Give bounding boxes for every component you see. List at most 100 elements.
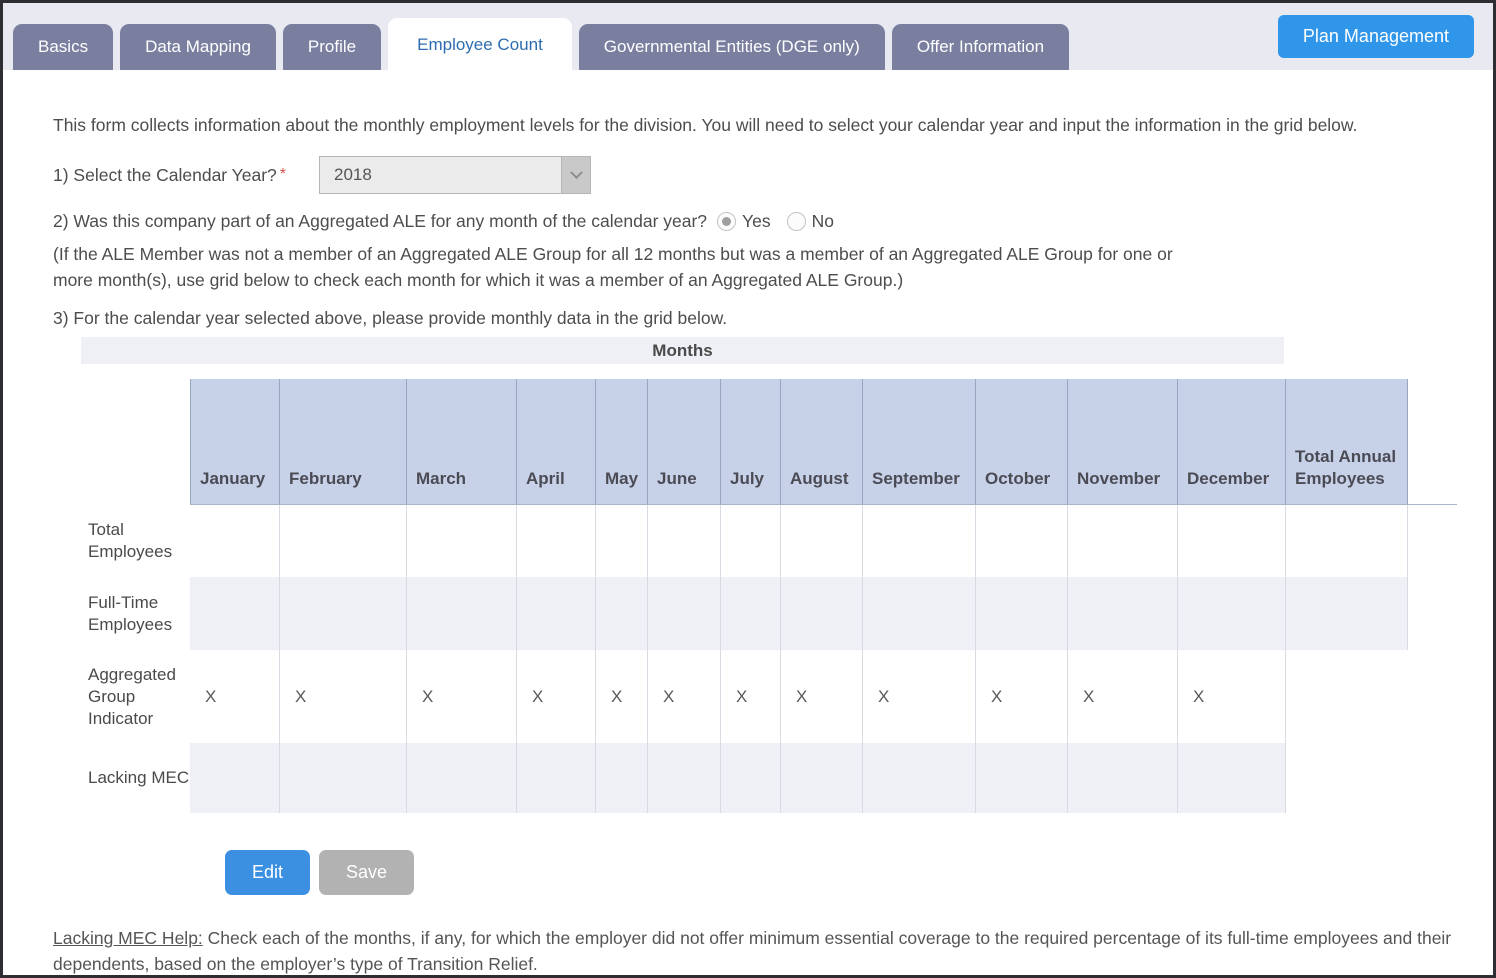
- cell-aggregated-group-indicator-december: X: [1178, 650, 1286, 743]
- radio-yes-label: Yes: [742, 210, 771, 231]
- q2-note: (If the ALE Member was not a member of a…: [53, 244, 1173, 290]
- column-header-july: July: [721, 379, 781, 504]
- cell-total-employees-march: [407, 505, 517, 577]
- grid-actions: Edit Save: [225, 850, 1457, 895]
- plan-management-window: Basics Data Mapping Profile Employee Count G…: [0, 0, 1496, 978]
- cell-lacking-mec-march: [407, 743, 517, 813]
- intro-text: This form collects information about the…: [53, 115, 1358, 135]
- grid-row-lacking-mec: Lacking MEC: [81, 743, 1457, 813]
- cell-lacking-mec-june: [648, 743, 721, 813]
- grid-row-full-time-employees: Full-Time Employees: [81, 577, 1457, 650]
- cell-total-employees-august: [781, 505, 863, 577]
- cell-lacking-mec-july: [721, 743, 781, 813]
- cell-lacking-mec-november: [1068, 743, 1178, 813]
- row-label-total-employees: Total Employees: [81, 505, 190, 577]
- cell-total-employees-december: [1178, 505, 1286, 577]
- row-label-full-time-employees: Full-Time Employees: [81, 577, 190, 650]
- tab-profile[interactable]: Profile: [282, 24, 382, 70]
- tab-governmental-entities-dge-only[interactable]: Governmental Entities (DGE only): [578, 24, 885, 70]
- cell-total-employees-september: [863, 505, 976, 577]
- cell-aggregated-group-indicator-february: X: [280, 650, 407, 743]
- cell-total-employees-may: [596, 505, 648, 577]
- required-asterisk: *: [279, 166, 287, 183]
- cell-full-time-employees-january: [190, 577, 280, 650]
- cell-total-employees-june: [648, 505, 721, 577]
- column-header-april: April: [517, 379, 596, 504]
- cell-full-time-employees-march: [407, 577, 517, 650]
- column-header-march: March: [407, 379, 517, 504]
- cell-aggregated-group-indicator-january: X: [190, 650, 280, 743]
- column-header-october: October: [976, 379, 1068, 504]
- column-header-december: December: [1178, 379, 1286, 504]
- calendar-year-select[interactable]: 2018: [319, 156, 592, 194]
- save-button[interactable]: Save: [319, 850, 415, 895]
- cell-total-employees-total-annual-employees: [1286, 505, 1408, 577]
- tab-bar: Basics Data Mapping Profile Employee Count G…: [3, 3, 1493, 71]
- q1-label: 1) Select the Calendar Year?: [53, 164, 277, 185]
- question-2-row: 2) Was this company part of an Aggregate…: [53, 207, 1457, 235]
- radio-yes[interactable]: Yes: [717, 211, 771, 232]
- column-header-november: November: [1068, 379, 1178, 504]
- cell-total-employees-july: [721, 505, 781, 577]
- cell-total-employees-april: [517, 505, 596, 577]
- cell-lacking-mec-february: [280, 743, 407, 813]
- cell-aggregated-group-indicator-may: X: [596, 650, 648, 743]
- cell-full-time-employees-june: [648, 577, 721, 650]
- calendar-year-value: 2018: [334, 165, 372, 184]
- tab-data-mapping[interactable]: Data Mapping: [120, 24, 276, 70]
- cell-full-time-employees-august: [781, 577, 863, 650]
- cell-total-employees-february: [280, 505, 407, 577]
- column-header-january: January: [190, 379, 280, 504]
- cell-full-time-employees-december: [1178, 577, 1286, 650]
- q3-label: 3) For the calendar year selected above,…: [53, 308, 728, 328]
- column-header-february: February: [280, 379, 407, 504]
- cell-aggregated-group-indicator-june: X: [648, 650, 721, 743]
- cell-aggregated-group-indicator-april: X: [517, 650, 596, 743]
- employee-count-grid: January February March April May June July Augu…: [81, 379, 1457, 813]
- grid-row-total-employees: Total Employees: [81, 505, 1457, 577]
- months-header-bar: Months: [81, 337, 1284, 364]
- cell-total-employees-november: [1068, 505, 1178, 577]
- radio-selected-dot: [722, 216, 732, 226]
- cell-lacking-mec-september: [863, 743, 976, 813]
- question-1-row: 1) Select the Calendar Year? * 2018: [53, 156, 1457, 194]
- edit-button[interactable]: Edit: [225, 850, 311, 895]
- column-header-august: August: [781, 379, 863, 504]
- row-label-lacking-mec: Lacking MEC: [81, 743, 190, 813]
- plan-management-button[interactable]: Plan Management: [1277, 15, 1474, 58]
- tab-basics[interactable]: Basics: [13, 24, 114, 70]
- cell-lacking-mec-april: [517, 743, 596, 813]
- cell-aggregated-group-indicator-july: X: [721, 650, 781, 743]
- cell-lacking-mec-august: [781, 743, 863, 813]
- tab-employee-count[interactable]: Employee Count: [388, 18, 572, 71]
- cell-lacking-mec-may: [596, 743, 648, 813]
- radio-no-label: No: [811, 210, 834, 231]
- q2-label: 2) Was this company part of an Aggregate…: [53, 210, 708, 231]
- employee-count-panel: This form collects information about the…: [3, 115, 1493, 975]
- radio-circle-icon: [786, 211, 806, 231]
- cell-aggregated-group-indicator-september: X: [863, 650, 976, 743]
- column-header-june: June: [648, 379, 721, 504]
- cell-full-time-employees-november: [1068, 577, 1178, 650]
- row-label-aggregated-group-indicator: Aggregated Group Indicator: [81, 650, 190, 743]
- radio-circle-icon: [717, 211, 737, 231]
- radio-no[interactable]: No: [786, 210, 834, 232]
- cell-full-time-employees-april: [517, 577, 596, 650]
- select-dropdown-button[interactable]: [561, 157, 591, 193]
- column-header-september: September: [863, 379, 976, 504]
- column-header-total-annual-employees: Total Annual Employees: [1286, 379, 1408, 504]
- cell-aggregated-group-indicator-november: X: [1068, 650, 1178, 743]
- aggregated-ale-radio-group: Yes No: [717, 211, 850, 232]
- cell-aggregated-group-indicator-october: X: [976, 650, 1068, 743]
- cell-total-employees-january: [190, 505, 280, 577]
- cell-full-time-employees-october: [976, 577, 1068, 650]
- tab-offer-information[interactable]: Offer Information: [891, 24, 1070, 70]
- cell-full-time-employees-september: [863, 577, 976, 650]
- lacking-mec-help-text: Check each of the months, if any, for wh…: [53, 928, 1452, 974]
- cell-lacking-mec-december: [1178, 743, 1286, 813]
- cell-full-time-employees-february: [280, 577, 407, 650]
- cell-full-time-employees-may: [596, 577, 648, 650]
- column-header-may: May: [596, 379, 648, 504]
- cell-full-time-employees-total-annual-employees: [1286, 577, 1408, 650]
- cell-aggregated-group-indicator-august: X: [781, 650, 863, 743]
